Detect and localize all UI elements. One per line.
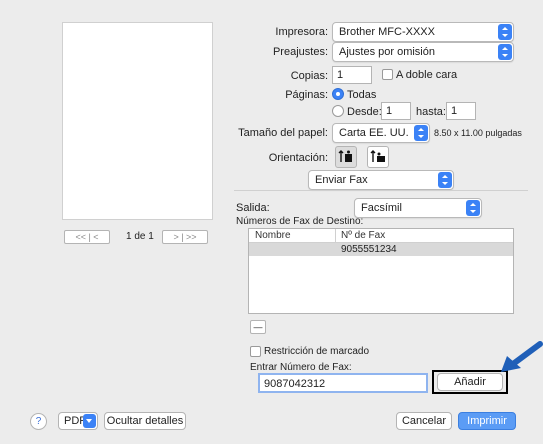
chevron-updown-icon bbox=[498, 44, 512, 60]
help-icon: ? bbox=[35, 416, 42, 427]
chevron-down-icon bbox=[83, 414, 96, 428]
duplex-checkbox[interactable] bbox=[382, 69, 393, 80]
presets-select[interactable]: Ajustes por omisión bbox=[332, 42, 514, 62]
chevron-updown-icon bbox=[438, 172, 452, 188]
fax-table-title: Números de Fax de Destino: bbox=[236, 216, 364, 227]
col-fax-header[interactable]: Nº de Fax bbox=[341, 229, 385, 242]
row-fax: 9055551234 bbox=[341, 244, 397, 255]
dial-restriction-checkbox[interactable] bbox=[250, 346, 261, 357]
pages-range-radio[interactable] bbox=[332, 105, 344, 117]
pages-from-label: Desde: bbox=[347, 106, 382, 118]
page-indicator: 1 de 1 bbox=[126, 231, 154, 242]
dial-restriction-label: Restricción de marcado bbox=[264, 346, 370, 357]
paper-dimensions: 8.50 x 11.00 pulgadas bbox=[434, 128, 522, 138]
divider bbox=[234, 190, 528, 191]
fax-destination-table[interactable]: Nombre Nº de Fax 9055551234 bbox=[248, 228, 514, 314]
pager-next-group[interactable]: > | >> bbox=[162, 230, 208, 244]
enter-fax-label: Entrar Número de Fax: bbox=[250, 362, 352, 373]
copies-input[interactable]: 1 bbox=[332, 66, 372, 84]
enter-fax-input[interactable]: 9087042312 bbox=[258, 373, 428, 393]
paper-size-label: Tamaño del papel: bbox=[238, 127, 328, 139]
paper-size-select[interactable]: Carta EE. UU. bbox=[332, 123, 430, 143]
pages-to-input[interactable]: 1 bbox=[446, 102, 476, 120]
pages-all-radio[interactable] bbox=[332, 88, 344, 100]
pager-prev-group[interactable]: << | < bbox=[64, 230, 110, 244]
table-header: Nombre Nº de Fax bbox=[249, 229, 513, 243]
remove-number-button[interactable]: — bbox=[250, 320, 266, 334]
pages-all-label: Todas bbox=[347, 89, 377, 101]
copies-label: Copias: bbox=[290, 70, 328, 82]
printer-select[interactable]: Brother MFC-XXXX bbox=[332, 22, 514, 42]
next-page-button[interactable]: > bbox=[173, 232, 178, 242]
orientation-portrait-button[interactable] bbox=[335, 146, 357, 168]
landscape-icon bbox=[370, 150, 385, 162]
orientation-label: Orientación: bbox=[268, 152, 328, 164]
pointer-arrow-icon bbox=[501, 341, 543, 372]
pages-label: Páginas: bbox=[285, 89, 328, 101]
duplex-label: A doble cara bbox=[396, 69, 458, 81]
hide-details-button[interactable]: Ocultar detalles bbox=[104, 412, 186, 430]
cancel-button[interactable]: Cancelar bbox=[396, 412, 452, 430]
chevron-updown-icon bbox=[414, 125, 428, 141]
col-name-header[interactable]: Nombre bbox=[255, 229, 291, 242]
orientation-landscape-button[interactable] bbox=[367, 146, 389, 168]
prev-page-button[interactable]: < bbox=[93, 232, 98, 242]
pages-from-input[interactable]: 1 bbox=[381, 102, 411, 120]
presets-label: Preajustes: bbox=[272, 46, 328, 58]
pages-to-label: hasta: bbox=[416, 106, 446, 118]
add-fax-button[interactable]: Añadir bbox=[437, 373, 503, 391]
output-select[interactable]: Facsímil bbox=[354, 198, 482, 218]
output-label: Salida: bbox=[236, 202, 270, 214]
section-value: Enviar Fax bbox=[315, 174, 368, 186]
pdf-menu-button[interactable]: PDF bbox=[58, 412, 98, 430]
chevron-updown-icon bbox=[498, 24, 512, 40]
page-preview bbox=[62, 22, 213, 220]
first-page-button[interactable]: << bbox=[75, 232, 86, 242]
table-row[interactable]: 9055551234 bbox=[249, 243, 513, 256]
print-button[interactable]: Imprimir bbox=[458, 412, 516, 430]
printer-label: Impresora: bbox=[275, 26, 328, 38]
section-select[interactable]: Enviar Fax bbox=[308, 170, 454, 190]
portrait-icon bbox=[338, 150, 352, 162]
help-button[interactable]: ? bbox=[30, 413, 47, 430]
chevron-updown-icon bbox=[466, 200, 480, 216]
output-value: Facsímil bbox=[361, 202, 402, 214]
presets-value: Ajustes por omisión bbox=[339, 46, 435, 58]
paper-size-value: Carta EE. UU. bbox=[339, 127, 409, 139]
last-page-button[interactable]: >> bbox=[186, 232, 197, 242]
printer-value: Brother MFC-XXXX bbox=[339, 26, 435, 38]
